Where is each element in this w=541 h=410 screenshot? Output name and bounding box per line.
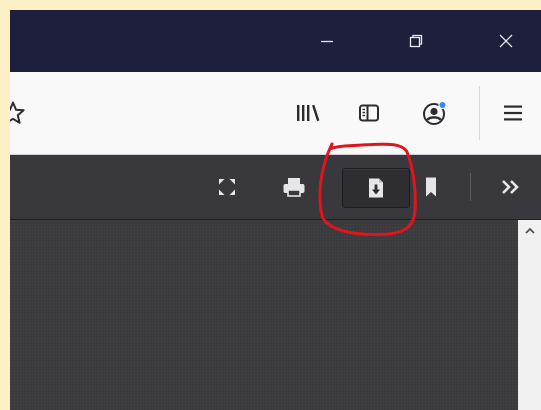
bookmark-page-button[interactable] <box>10 96 30 130</box>
toolbar-separator <box>479 86 480 140</box>
document-viewer[interactable] <box>10 220 541 410</box>
chevron-up-icon <box>524 227 535 234</box>
pdf-viewer-toolbar <box>10 155 541 220</box>
vertical-scrollbar[interactable] <box>518 220 541 410</box>
hamburger-menu-icon <box>504 105 522 121</box>
close-button[interactable] <box>483 10 529 72</box>
minimize-icon <box>321 40 333 43</box>
account-icon <box>423 100 447 125</box>
library-icon <box>297 104 320 122</box>
scroll-up-button[interactable] <box>518 220 541 242</box>
presentation-mode-icon <box>219 179 235 195</box>
browser-window <box>10 10 541 410</box>
title-bar <box>10 10 541 72</box>
download-button[interactable] <box>342 168 410 208</box>
print-icon <box>283 178 305 197</box>
presentation-mode-button[interactable] <box>207 168 247 206</box>
navigation-toolbar <box>10 72 541 155</box>
account-button[interactable] <box>418 96 452 130</box>
star-icon <box>10 101 25 124</box>
toolbar-separator <box>470 173 471 201</box>
print-button[interactable] <box>274 168 314 206</box>
open-menu-button[interactable] <box>496 96 530 130</box>
tools-button[interactable] <box>491 168 531 206</box>
library-button[interactable] <box>291 96 325 130</box>
sidebar-button[interactable] <box>352 96 386 130</box>
current-view-bookmark-button[interactable] <box>411 168 451 206</box>
restore-icon <box>409 34 423 48</box>
download-icon <box>369 178 383 198</box>
restore-button[interactable] <box>393 10 439 72</box>
close-icon <box>499 34 513 48</box>
minimize-button[interactable] <box>304 10 350 72</box>
bookmark-icon <box>426 177 436 197</box>
double-chevron-icon <box>502 180 519 194</box>
sidebar-icon <box>359 104 379 122</box>
